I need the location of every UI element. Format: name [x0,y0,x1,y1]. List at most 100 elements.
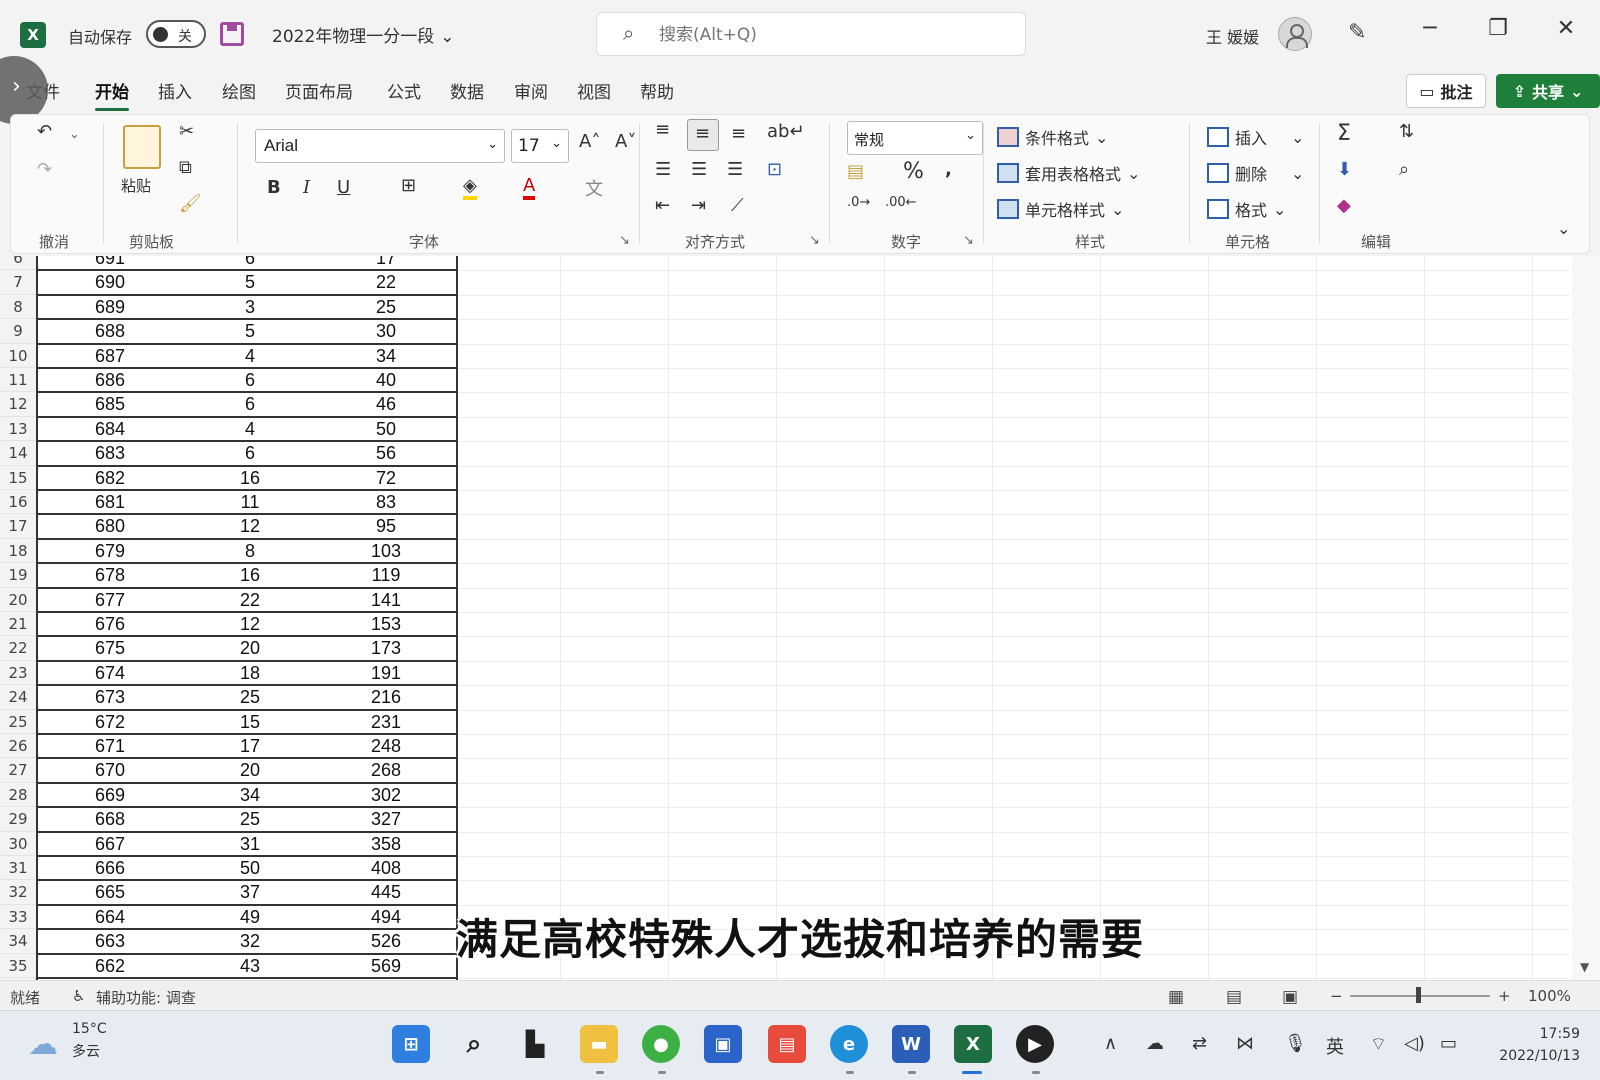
cell-a[interactable]: 671 [40,734,180,758]
document-title[interactable]: 2022年物理一分一段 ⌄ [272,22,455,47]
cell-b[interactable]: 6 [180,441,320,465]
format-painter-icon[interactable]: 🖌 [179,193,202,214]
row-header[interactable]: 18 [0,538,36,564]
file-explorer-icon[interactable]: ▬ [580,1025,618,1063]
cell-b[interactable]: 11 [180,490,320,514]
merge-center-icon[interactable]: ⊡ [767,159,782,180]
cell-b[interactable]: 25 [180,807,320,831]
cell-a[interactable]: 666 [40,856,180,880]
cell-c[interactable]: 216 [316,685,456,709]
cut-icon[interactable]: ✂ [179,121,194,142]
font-color-icon[interactable]: A [523,175,536,200]
italic-button[interactable]: I [303,177,310,198]
cell-c[interactable]: 72 [316,466,456,490]
font-name-select[interactable]: Arial ⌄ [255,129,505,163]
align-bottom-icon[interactable]: ≡ [731,123,746,144]
excel-icon[interactable]: X [954,1025,992,1063]
cell-c[interactable]: 17 [316,256,456,270]
cell-a[interactable]: 669 [40,783,180,807]
cell-c[interactable]: 40 [316,368,456,392]
cell-b[interactable]: 5 [180,319,320,343]
cell-c[interactable]: 34 [316,344,456,368]
row-header[interactable]: 28 [0,782,36,808]
comma-style-icon[interactable]: , [945,159,952,180]
save-icon[interactable] [220,22,244,46]
cell-a[interactable]: 681 [40,490,180,514]
cell-c[interactable]: 268 [316,758,456,782]
cell-a[interactable]: 690 [40,270,180,294]
task-view-icon[interactable]: ▙ [516,1025,554,1063]
conditional-format-button[interactable]: 条件格式 ⌄ [997,125,1108,149]
comment-button[interactable]: ▭ 批注 [1406,74,1486,108]
cell-b[interactable]: 16 [180,466,320,490]
number-format-select[interactable]: 常规 ⌄ [847,121,983,155]
accessibility-status[interactable]: 辅助功能: 调查 [96,987,196,1008]
table-format-button[interactable]: 套用表格格式 ⌄ [997,161,1140,185]
wrap-text-icon[interactable]: ab↵ [767,121,805,142]
cell-b[interactable]: 17 [180,734,320,758]
cell-b[interactable]: 8 [180,539,320,563]
cell-b[interactable]: 15 [180,710,320,734]
close-button[interactable]: ✕ [1546,16,1586,41]
cell-a[interactable]: 676 [40,612,180,636]
collapse-ribbon-icon[interactable]: ⌄ [1557,219,1570,238]
cell-a[interactable]: 675 [40,636,180,660]
cell-b[interactable]: 16 [180,563,320,587]
underline-button[interactable]: U [337,177,350,198]
bold-button[interactable]: B [267,177,281,198]
row-header[interactable]: 21 [0,612,36,637]
row-header[interactable]: 7 [0,270,36,295]
sort-filter-icon[interactable]: ⇅ [1399,121,1414,142]
row-header[interactable]: 32 [0,880,36,905]
cell-a[interactable]: 670 [40,758,180,782]
row-header[interactable]: 6 [0,256,36,271]
cell-c[interactable]: 141 [316,588,456,612]
cell-b[interactable]: 20 [180,758,320,782]
row-header[interactable]: 17 [0,514,36,539]
battery-icon[interactable]: ▭ [1440,1033,1457,1054]
find-select-icon[interactable]: ⌕ [1399,159,1409,180]
cell-b[interactable]: 25 [180,685,320,709]
fill-icon[interactable]: ⬇ [1337,159,1352,180]
dialog-launcher-icon[interactable]: ↘ [963,233,974,248]
copy-icon[interactable]: ⧉ [179,157,192,178]
row-header[interactable]: 8 [0,294,36,320]
microphone-icon[interactable]: 🎙 [1284,1033,1307,1054]
row-header[interactable]: 25 [0,709,36,734]
zoom-out-icon[interactable]: − [1330,987,1343,1005]
cell-a[interactable]: 687 [40,344,180,368]
row-header[interactable]: 26 [0,734,36,759]
percent-icon[interactable]: % [903,159,924,184]
increase-font-icon[interactable]: A˄ [579,131,600,152]
cell-c[interactable]: 173 [316,636,456,660]
tab-draw[interactable]: 绘图 [222,78,256,103]
cell-a[interactable]: 673 [40,685,180,709]
increase-indent-icon[interactable]: ⇥ [691,195,706,216]
search-input[interactable] [659,22,989,48]
cell-a[interactable]: 684 [40,417,180,441]
zoom-level[interactable]: 100% [1528,987,1571,1005]
search-box[interactable]: ⌕ [596,12,1026,56]
cell-styles-button[interactable]: 单元格样式 ⌄ [997,197,1124,221]
cell-c[interactable]: 56 [316,441,456,465]
cell-b[interactable]: 20 [180,636,320,660]
align-center-icon[interactable]: ☰ [691,159,707,180]
cell-c[interactable]: 408 [316,856,456,880]
autosave-toggle[interactable]: 关 [146,20,206,48]
cell-c[interactable]: 50 [316,417,456,441]
row-header[interactable]: 11 [0,368,36,393]
align-right-icon[interactable]: ☰ [727,159,743,180]
spreadsheet-grid[interactable]: 6 691 6 17 7 690 5 22 8 689 3 25 9 688 5 30 10 687 4 34 11 68… [0,256,1600,980]
cell-b[interactable]: 3 [180,295,320,319]
cell-b[interactable]: 6 [180,392,320,416]
font-size-select[interactable]: 17 ⌄ [511,129,569,163]
row-header[interactable]: 29 [0,807,36,832]
cell-c[interactable]: 248 [316,734,456,758]
cell-a[interactable]: 672 [40,710,180,734]
cell-c[interactable]: 327 [316,807,456,831]
row-header[interactable]: 9 [0,319,36,344]
row-header[interactable]: 22 [0,636,36,661]
delete-cells-button[interactable]: 删除 ⌄ [1207,161,1304,185]
cell-a[interactable]: 674 [40,661,180,685]
row-header[interactable]: 23 [0,660,36,686]
